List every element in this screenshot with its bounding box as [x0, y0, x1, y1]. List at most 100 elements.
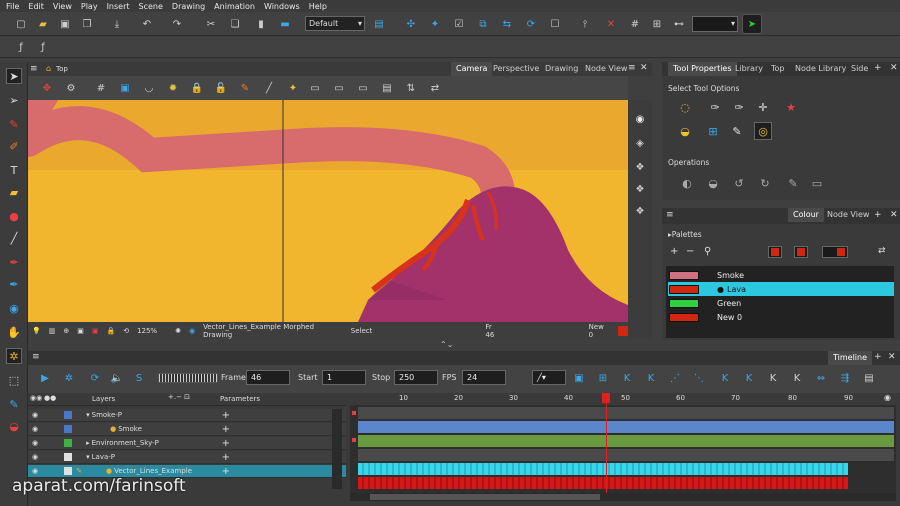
- stack-3-icon[interactable]: ▭: [356, 81, 370, 95]
- enable-icon[interactable]: ☑: [452, 17, 466, 31]
- fill-swatch-icon[interactable]: [794, 246, 808, 258]
- snap-grid-icon[interactable]: ✛: [754, 98, 772, 116]
- pencil-icon[interactable]: ✐: [6, 138, 22, 154]
- rotate-cw-icon[interactable]: ↻: [756, 174, 774, 192]
- morph-icon[interactable]: ◉: [6, 300, 22, 316]
- lock-all-icon[interactable]: ●●: [44, 394, 56, 402]
- zoom-in-icon[interactable]: ⊕: [63, 327, 69, 335]
- layer-row-environment-sky-p[interactable]: ◉ ▸ Environment_Sky-P +: [28, 437, 346, 450]
- unlock-icon[interactable]: 🔓: [214, 81, 228, 95]
- paint-swatch-icon[interactable]: [822, 246, 848, 258]
- track-environment-sky-p[interactable]: [358, 435, 894, 447]
- menu-help[interactable]: Help: [309, 2, 327, 11]
- grid-view-icon[interactable]: #: [94, 81, 108, 95]
- grid-icon[interactable]: #: [628, 17, 642, 31]
- home-icon[interactable]: ⌂: [46, 64, 51, 73]
- tab-drawing[interactable]: Drawing: [540, 62, 583, 76]
- collapse-icon[interactable]: ▾: [86, 411, 90, 419]
- track-smoke-p[interactable]: [358, 407, 894, 419]
- function-icon[interactable]: ƒ: [14, 40, 28, 54]
- eye-icon[interactable]: ◉: [32, 411, 38, 419]
- close-icon[interactable]: ✕: [888, 352, 896, 362]
- menu-icon[interactable]: ≡: [32, 352, 40, 362]
- add-layer-icon[interactable]: +.− ⊡: [168, 393, 190, 401]
- add-drawing-icon[interactable]: ▣: [572, 371, 586, 385]
- reset-icon[interactable]: ⟲: [123, 327, 129, 335]
- brush-view-icon[interactable]: ✦: [286, 81, 300, 95]
- layer-stack-2-icon[interactable]: ❖: [633, 182, 647, 196]
- shade-icon[interactable]: ✹: [166, 81, 180, 95]
- scrollbar-thumb[interactable]: [370, 494, 600, 500]
- remove-grid-icon[interactable]: ✕: [604, 17, 618, 31]
- undo-icon[interactable]: ↶: [140, 17, 154, 31]
- sheet-icon[interactable]: ▤: [862, 371, 876, 385]
- interpolation-icon[interactable]: ⇶: [838, 371, 852, 385]
- stack-4-icon[interactable]: ▤: [380, 81, 394, 95]
- add-tab-icon[interactable]: +: [874, 210, 882, 220]
- edit-pencil-icon[interactable]: ✎: [76, 467, 82, 475]
- import-icon[interactable]: ⤓: [110, 17, 124, 31]
- tab-colour[interactable]: Colour: [788, 208, 824, 222]
- keyframe-icon[interactable]: K: [620, 371, 634, 385]
- flip-icon[interactable]: ⇆: [500, 17, 514, 31]
- cut-icon[interactable]: ✂: [204, 17, 218, 31]
- snap-contour-icon[interactable]: ✑: [706, 98, 724, 116]
- frame-area[interactable]: 10 20 30 40 50 60 70 80 90 ◉: [350, 393, 896, 493]
- prev-key-icon[interactable]: K: [718, 371, 732, 385]
- camera-canvas[interactable]: [28, 100, 628, 322]
- tab-node-library[interactable]: Node Library: [790, 62, 851, 76]
- paint-icon[interactable]: ●: [6, 208, 22, 224]
- save-all-icon[interactable]: ❐: [80, 17, 94, 31]
- cursor-icon[interactable]: ➤: [742, 14, 762, 34]
- bulb-icon[interactable]: 💡: [32, 327, 41, 335]
- deselect-icon[interactable]: ▬: [278, 17, 292, 31]
- eye-icon[interactable]: ◉: [633, 112, 647, 126]
- flip-horizontal-icon[interactable]: ◐: [678, 174, 696, 192]
- eye-icon[interactable]: ◉: [32, 453, 38, 461]
- expand-icon[interactable]: ▸: [86, 439, 90, 447]
- keyframe-marker[interactable]: [352, 438, 356, 442]
- add-tab-icon[interactable]: +: [874, 63, 882, 73]
- menu-animation[interactable]: Animation: [214, 2, 255, 11]
- apply-all-icon[interactable]: ◒: [676, 122, 694, 140]
- smooth-icon[interactable]: ✎: [784, 174, 802, 192]
- select-layer-icon[interactable]: ☐: [548, 17, 562, 31]
- scrub-icon[interactable]: S: [132, 371, 146, 385]
- tab-node-view-2[interactable]: Node View: [822, 208, 874, 222]
- tab-perspective[interactable]: Perspective: [488, 62, 544, 76]
- stop-field[interactable]: 250: [394, 370, 438, 385]
- play-selection-icon[interactable]: ✲: [62, 371, 76, 385]
- new-scene-icon[interactable]: ▢: [14, 17, 28, 31]
- menu-play[interactable]: Play: [81, 2, 98, 11]
- add-tab-icon[interactable]: +: [874, 352, 882, 362]
- transform-tool-icon[interactable]: ✲: [6, 348, 22, 364]
- swatch-lava[interactable]: ● Lava: [668, 282, 894, 296]
- dropper-icon[interactable]: ✒: [6, 254, 22, 270]
- splitter-handle[interactable]: ⌃⌄: [440, 340, 480, 350]
- brush-icon[interactable]: ✎: [6, 116, 22, 132]
- menu-windows[interactable]: Windows: [264, 2, 300, 11]
- swatch-smoke[interactable]: Smoke: [668, 268, 894, 282]
- add-param-icon[interactable]: +: [222, 410, 230, 421]
- paste-icon[interactable]: ▮: [254, 17, 268, 31]
- eye-icon[interactable]: ◉: [32, 467, 38, 475]
- pencil-view-icon[interactable]: ✎: [238, 81, 252, 95]
- breadcrumb[interactable]: Top: [56, 65, 68, 73]
- eye-all-icon[interactable]: ◉◉: [30, 394, 42, 402]
- eye-icon[interactable]: ◉: [32, 425, 38, 433]
- key-plus-icon[interactable]: K: [766, 371, 780, 385]
- add-param-icon[interactable]: +: [222, 424, 230, 435]
- open-folder-icon[interactable]: ▰: [36, 17, 50, 31]
- light-table-icon[interactable]: ✦: [428, 17, 442, 31]
- add-peg-icon[interactable]: ⊞: [596, 371, 610, 385]
- transform-icon[interactable]: ⧉: [476, 17, 490, 31]
- layer-row-lava-p[interactable]: ◉ ▾ Lava-P +: [28, 451, 346, 464]
- stack-5-icon[interactable]: ⇅: [404, 81, 418, 95]
- add-param-icon[interactable]: +: [222, 438, 230, 449]
- snap-vertex-icon[interactable]: ✑: [730, 98, 748, 116]
- menu-edit[interactable]: Edit: [28, 2, 44, 11]
- layer-stack-icon[interactable]: ❖: [633, 160, 647, 174]
- hand-icon[interactable]: ✋: [6, 324, 22, 340]
- layer-stack-3-icon[interactable]: ❖: [633, 204, 647, 218]
- camera-frame-icon[interactable]: ⬚: [6, 372, 22, 388]
